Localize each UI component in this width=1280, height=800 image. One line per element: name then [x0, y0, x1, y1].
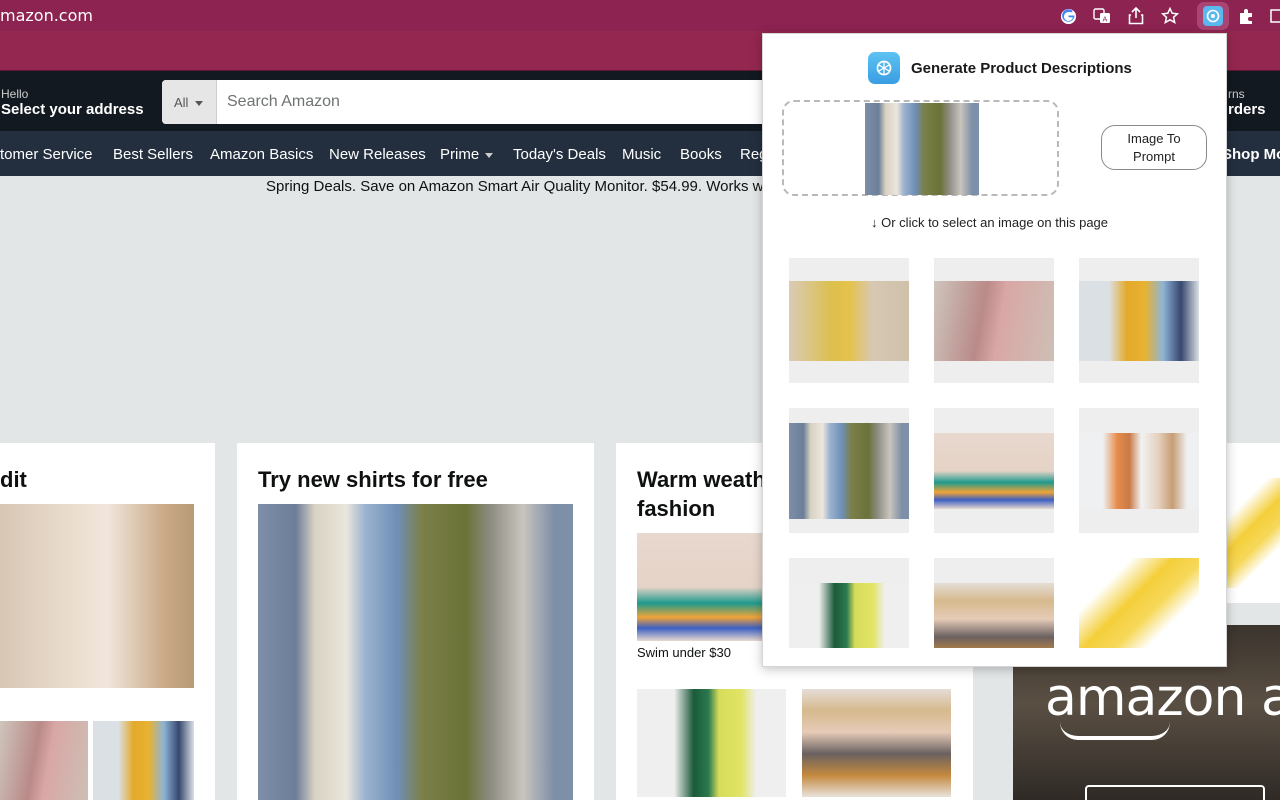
image-option[interactable]	[789, 408, 909, 533]
puzzle-icon[interactable]	[1237, 6, 1257, 26]
select-image-hint-text: Or click to select an image on this page	[881, 215, 1109, 230]
nav-prime-label: Prime	[440, 146, 480, 163]
address-bar-url[interactable]: mazon.com	[0, 6, 93, 25]
image-drop-zone[interactable]	[782, 100, 1059, 196]
dress-image-pink[interactable]	[0, 721, 88, 800]
swim-label[interactable]: Swim under $30	[637, 645, 731, 660]
image-option[interactable]	[934, 558, 1054, 648]
hat-lady-image[interactable]	[802, 689, 951, 797]
image-thumb	[934, 281, 1054, 361]
card-warm-title-line2: fashion	[637, 496, 716, 521]
select-address-link[interactable]: Select your address	[1, 101, 144, 118]
share-icon[interactable]	[1126, 6, 1146, 26]
nav-new-releases[interactable]: New Releases	[329, 146, 426, 163]
image-option[interactable]	[1079, 558, 1199, 648]
extension-popup: Generate Product Descriptions Image To P…	[762, 33, 1227, 667]
image-option[interactable]	[934, 408, 1054, 533]
nav-books[interactable]: Books	[680, 146, 722, 163]
search-bar: All	[162, 80, 802, 124]
promo-banner-text[interactable]: Spring Deals. Save on Amazon Smart Air Q…	[266, 178, 763, 195]
dress-image-yellow[interactable]	[93, 721, 194, 800]
page-image-grid	[789, 258, 1201, 648]
image-option[interactable]	[1079, 408, 1199, 533]
chatgpt-extension-icon[interactable]	[1203, 6, 1223, 26]
image-thumb	[1079, 281, 1199, 361]
popup-title: Generate Product Descriptions	[911, 60, 1132, 77]
gift-image[interactable]	[1227, 478, 1280, 588]
caret-down-icon	[195, 101, 204, 107]
image-option[interactable]	[789, 258, 909, 383]
window-icon[interactable]	[1270, 6, 1280, 26]
browser-toolbar	[0, 0, 1280, 31]
returns-label[interactable]: rns	[1228, 87, 1245, 101]
search-category-label: All	[174, 95, 189, 110]
nav-prime[interactable]: Prime	[440, 146, 494, 163]
openai-logo-icon	[868, 52, 900, 84]
select-image-hint: ↓ Or click to select an image on this pa…	[871, 215, 1108, 230]
nav-best-sellers[interactable]: Best Sellers	[113, 146, 193, 163]
green-dress-image[interactable]	[637, 689, 786, 797]
nav-amazon-basics[interactable]: Amazon Basics	[210, 146, 313, 163]
shirts-image[interactable]	[258, 504, 573, 800]
amazon-smile-icon	[1060, 722, 1170, 740]
dress-image[interactable]	[0, 504, 194, 688]
image-thumb	[789, 583, 909, 648]
image-thumb	[1079, 433, 1199, 509]
image-thumb	[789, 423, 909, 519]
card-shirts: Try new shirts for free	[237, 443, 594, 800]
address-hello[interactable]: Hello	[1, 87, 28, 101]
search-input[interactable]	[217, 80, 802, 124]
card-shirts-title: Try new shirts for free	[258, 467, 488, 492]
nav-customer-service[interactable]: tomer Service	[0, 146, 93, 163]
ad-button[interactable]	[1085, 785, 1265, 800]
translate-icon[interactable]: A	[1092, 6, 1112, 26]
nav-music[interactable]: Music	[622, 146, 661, 163]
image-thumb	[1079, 558, 1199, 648]
down-arrow-icon: ↓	[871, 215, 878, 230]
card-edit: dit	[0, 443, 215, 800]
image-thumb	[934, 583, 1054, 648]
image-option[interactable]	[934, 258, 1054, 383]
svg-text:A: A	[1103, 16, 1108, 24]
selected-image-preview	[865, 103, 979, 195]
image-thumb	[789, 281, 909, 361]
amazon-ads-logo-text: amazon ad	[1045, 668, 1280, 728]
image-option[interactable]	[1079, 258, 1199, 383]
caret-down-icon	[485, 152, 494, 158]
google-icon[interactable]	[1058, 6, 1078, 26]
star-icon[interactable]	[1160, 6, 1180, 26]
image-thumb	[934, 433, 1054, 509]
search-category-dropdown[interactable]: All	[162, 80, 217, 124]
card-warm-title-line1: Warm weath	[637, 467, 766, 492]
image-to-prompt-button[interactable]: Image To Prompt	[1101, 125, 1207, 170]
card-edit-title: dit	[0, 467, 27, 492]
orders-link[interactable]: rders	[1228, 101, 1266, 118]
nav-todays-deals[interactable]: Today's Deals	[513, 146, 606, 163]
nav-shop-more[interactable]: Shop Mo	[1222, 146, 1280, 163]
image-option[interactable]	[789, 558, 909, 648]
